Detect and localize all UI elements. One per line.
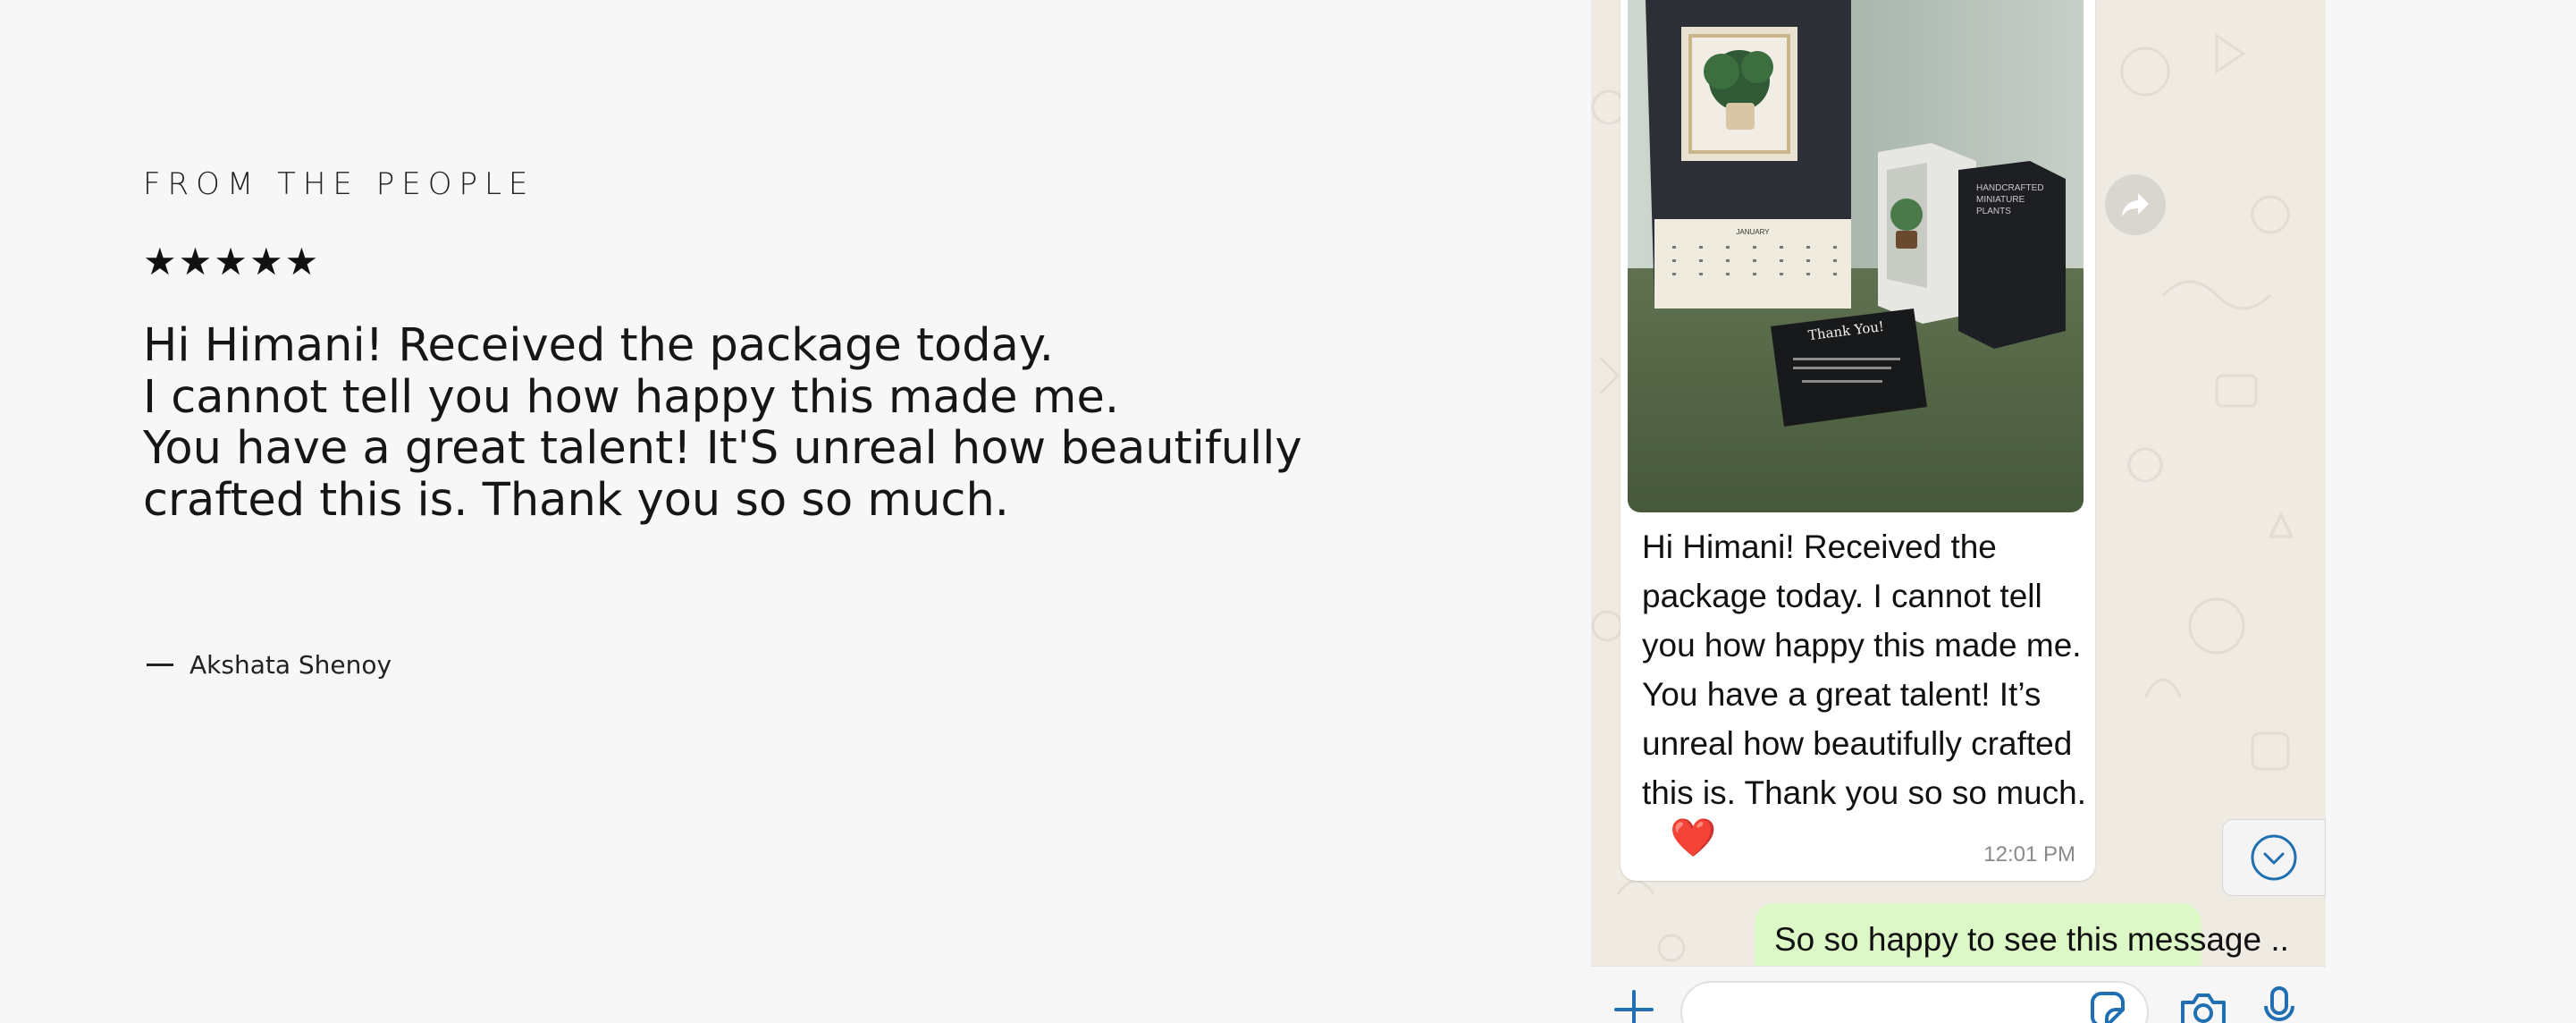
star-rating: ★★★★★ [143,241,321,283]
message-photo[interactable]: JANUARY HANDCRAFTED MINIATURE PLANTS Tha… [1628,0,2084,512]
chat-input-bar [1591,966,2326,1023]
author-dash [147,664,173,666]
chat-screenshot: JANUARY HANDCRAFTED MINIATURE PLANTS Tha… [1591,0,2326,1023]
author-name: Akshata Shenoy [189,650,392,680]
camera-icon[interactable] [2179,992,2227,1023]
quote-line: Hi Himani! Received the package today. [143,319,1054,372]
forward-arrow-icon [2122,193,2149,216]
testimonial-author: Akshata Shenoy [147,650,391,680]
testimonial-quote: Hi Himani! Received the package today. I… [143,320,1376,526]
quote-line: crafted this is. Thank you so so much. [143,473,1009,527]
received-message-text: Hi Himani! Received the package today. I… [1642,528,2086,811]
message-timestamp: 12:01 PM [1983,842,2075,867]
chevron-down-circle-icon [2251,834,2297,881]
quote-line: You have a great talent! It'S unreal how… [143,422,1302,475]
section-kicker: FROM THE PEOPLE [143,166,535,202]
scroll-to-bottom-button[interactable] [2222,819,2326,896]
microphone-icon[interactable] [2263,986,2295,1023]
sent-message-text: So so happy to see this message .. [1774,921,2289,958]
heart-reaction[interactable]: ❤️ [1670,819,1716,857]
box-label-line2: MINIATURE [1976,195,2025,205]
sticker-icon[interactable] [2087,990,2126,1023]
plus-icon[interactable] [1614,990,1654,1023]
calendar-month-label: JANUARY [1736,228,1770,236]
quote-line: I cannot tell you how happy this made me… [143,370,1120,424]
box-label-line3: PLANTS [1976,207,2011,216]
box-label-line1: HANDCRAFTED [1976,183,2044,193]
message-input[interactable] [1680,981,2149,1023]
forward-button[interactable] [2105,174,2166,235]
received-message-bubble[interactable]: JANUARY HANDCRAFTED MINIATURE PLANTS Tha… [1621,0,2095,881]
